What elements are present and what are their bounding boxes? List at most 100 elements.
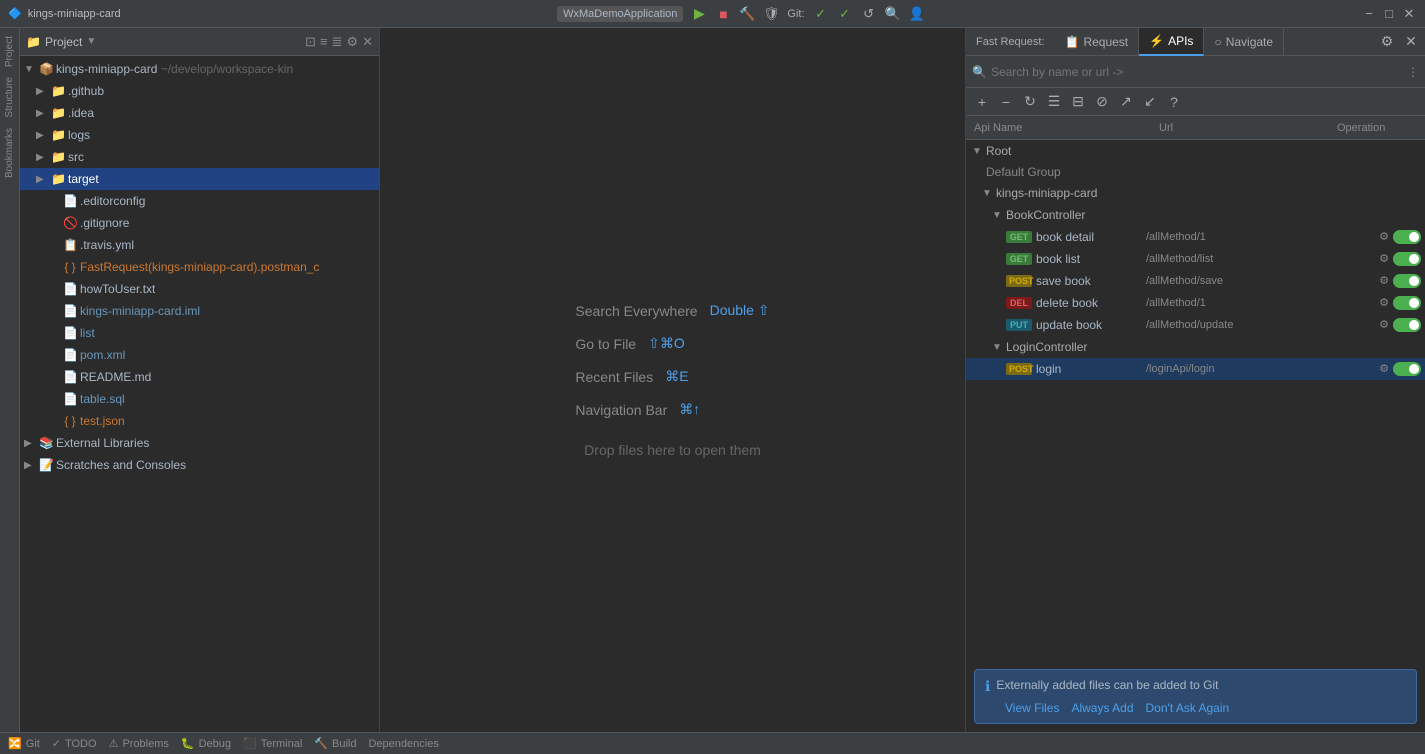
git-refresh[interactable]: ↺	[861, 6, 877, 22]
api-item-update-book[interactable]: PUT update book /allMethod/update ⚙	[966, 314, 1425, 336]
sql-label: table.sql	[80, 392, 125, 406]
search-icon[interactable]: 🔍	[885, 6, 901, 22]
tab-apis[interactable]: ⚡ APIs	[1139, 28, 1204, 56]
project-dropdown-icon[interactable]: ▼	[86, 36, 96, 47]
api-group-bookcontroller[interactable]: ▼ BookController	[966, 204, 1425, 226]
collapse-icon[interactable]: ≡	[320, 34, 328, 49]
search-input[interactable]	[991, 65, 1403, 79]
close-button[interactable]: ✕	[1401, 6, 1417, 22]
left-sidebar-item-project[interactable]: Project	[2, 32, 17, 71]
update-book-toggle[interactable]	[1393, 318, 1421, 332]
file-tree[interactable]: ▼ 📦 kings-miniapp-card ~/develop/workspa…	[20, 56, 379, 732]
status-debug[interactable]: 🐛 Debug	[181, 737, 231, 750]
root-expand-icon: ▼	[972, 146, 982, 157]
tab-request[interactable]: 📋 Request	[1054, 28, 1139, 56]
search-more-icon[interactable]: ⋮	[1407, 65, 1419, 79]
tree-item-target[interactable]: ▶ 📁 target	[20, 168, 379, 190]
build-button[interactable]: 🔨	[739, 6, 755, 22]
api-tree[interactable]: ▼ Root Default Group ▼ kings-miniapp-car…	[966, 140, 1425, 661]
delete-book-toggle[interactable]	[1393, 296, 1421, 310]
delete-book-settings-icon[interactable]: ⚙	[1379, 296, 1389, 310]
tree-item-editorconfig[interactable]: 📄 .editorconfig	[20, 190, 379, 212]
status-build[interactable]: 🔨 Build	[314, 737, 356, 750]
login-settings-icon[interactable]: ⚙	[1379, 362, 1389, 376]
tree-item-gitignore[interactable]: 🚫 .gitignore	[20, 212, 379, 234]
close-panel-icon[interactable]: ✕	[362, 34, 373, 50]
import-icon[interactable]: ↙	[1140, 92, 1160, 112]
tree-item-pom[interactable]: 📄 pom.xml	[20, 344, 379, 366]
api-item-save-book[interactable]: POST save book /allMethod/save ⚙	[966, 270, 1425, 292]
collapse-all-icon[interactable]: ⊟	[1068, 92, 1088, 112]
api-item-login[interactable]: POST login /loginApi/login ⚙	[966, 358, 1425, 380]
left-sidebar-item-bookmarks[interactable]: Bookmarks	[2, 124, 17, 182]
book-list-toggle[interactable]	[1393, 252, 1421, 266]
panel-close-icon[interactable]: ✕	[1401, 32, 1421, 52]
save-book-settings-icon[interactable]: ⚙	[1379, 274, 1389, 288]
stop-button[interactable]: ■	[715, 6, 731, 22]
git-notif-dont-ask[interactable]: Don't Ask Again	[1146, 701, 1230, 715]
update-book-settings-icon[interactable]: ⚙	[1379, 318, 1389, 332]
api-item-book-list[interactable]: GET book list /allMethod/list ⚙	[966, 248, 1425, 270]
tree-item-idea[interactable]: ▶ 📁 .idea	[20, 102, 379, 124]
panel-settings-icon[interactable]: ⚙	[1377, 32, 1397, 52]
status-todo[interactable]: ✓ TODO	[52, 737, 97, 750]
help-icon[interactable]: ?	[1164, 92, 1184, 112]
tree-root[interactable]: ▼ 📦 kings-miniapp-card ~/develop/workspa…	[20, 58, 379, 80]
export-icon[interactable]: ↗	[1116, 92, 1136, 112]
tree-item-src[interactable]: ▶ 📁 src	[20, 146, 379, 168]
github-arrow: ▶	[36, 86, 48, 97]
navigation-bar-label: Navigation Bar	[575, 402, 667, 418]
expand-icon[interactable]: ≣	[332, 34, 343, 50]
hint-goto-file: Go to File ⇧⌘O	[575, 335, 684, 352]
tree-item-readme[interactable]: 📄 README.md	[20, 366, 379, 388]
minimize-button[interactable]: −	[1361, 6, 1377, 22]
git-notif-actions: View Files Always Add Don't Ask Again	[985, 701, 1406, 715]
status-git[interactable]: 🔀 Git	[8, 737, 40, 750]
api-item-book-detail[interactable]: GET book detail /allMethod/1 ⚙	[966, 226, 1425, 248]
tree-item-travis[interactable]: 📋 .travis.yml	[20, 234, 379, 256]
tree-item-howtouser[interactable]: 📄 howToUser.txt	[20, 278, 379, 300]
scope-icon[interactable]: ⊡	[305, 34, 316, 50]
settings-icon[interactable]: ⚙	[346, 34, 358, 50]
book-detail-toggle[interactable]	[1393, 230, 1421, 244]
git-check2[interactable]: ✓	[837, 6, 853, 22]
tree-item-fastrequest[interactable]: { } FastRequest(kings-miniapp-card).post…	[20, 256, 379, 278]
git-notif-always-add[interactable]: Always Add	[1071, 701, 1133, 715]
tree-item-testjson[interactable]: { } test.json	[20, 410, 379, 432]
api-group-logincontroller[interactable]: ▼ LoginController	[966, 336, 1425, 358]
minus-icon[interactable]: −	[996, 92, 1016, 112]
book-list-settings-icon[interactable]: ⚙	[1379, 252, 1389, 266]
tree-item-sql[interactable]: 📄 table.sql	[20, 388, 379, 410]
maximize-button[interactable]: □	[1381, 6, 1397, 22]
status-terminal[interactable]: ⬛ Terminal	[243, 737, 302, 750]
tree-item-external-libs[interactable]: ▶ 📚 External Libraries	[20, 432, 379, 454]
tree-item-iml[interactable]: 📄 kings-miniapp-card.iml	[20, 300, 379, 322]
tree-item-scratches[interactable]: ▶ 📝 Scratches and Consoles	[20, 454, 379, 476]
list-icon[interactable]: ☰	[1044, 92, 1064, 112]
api-group-kings[interactable]: ▼ kings-miniapp-card	[966, 182, 1425, 204]
api-root[interactable]: ▼ Root	[966, 140, 1425, 162]
run-button[interactable]: ▶	[691, 6, 707, 22]
left-sidebar-item-structure[interactable]: Structure	[2, 73, 17, 122]
status-problems[interactable]: ⚠ Problems	[109, 737, 169, 750]
filter-icon[interactable]: ⊘	[1092, 92, 1112, 112]
user-icon[interactable]: 👤	[909, 6, 925, 22]
book-detail-settings-icon[interactable]: ⚙	[1379, 230, 1389, 244]
status-dependencies[interactable]: Dependencies	[368, 738, 438, 750]
github-label: .github	[68, 84, 104, 98]
tab-navigate[interactable]: ○ Navigate	[1204, 28, 1284, 56]
coverage-button[interactable]: 🛡	[763, 6, 779, 22]
tree-item-github[interactable]: ▶ 📁 .github	[20, 80, 379, 102]
login-toggle[interactable]	[1393, 362, 1421, 376]
app-badge[interactable]: WxMaDemoApplication	[557, 6, 683, 22]
tree-item-logs[interactable]: ▶ 📁 logs	[20, 124, 379, 146]
api-default-group[interactable]: Default Group	[966, 162, 1425, 182]
git-notif-view-files[interactable]: View Files	[1005, 701, 1059, 715]
tree-item-list[interactable]: 📄 list	[20, 322, 379, 344]
refresh-icon[interactable]: ↻	[1020, 92, 1040, 112]
src-label: src	[68, 150, 84, 164]
add-icon[interactable]: +	[972, 92, 992, 112]
git-check1[interactable]: ✓	[813, 6, 829, 22]
api-item-delete-book[interactable]: DEL delete book /allMethod/1 ⚙	[966, 292, 1425, 314]
save-book-toggle[interactable]	[1393, 274, 1421, 288]
